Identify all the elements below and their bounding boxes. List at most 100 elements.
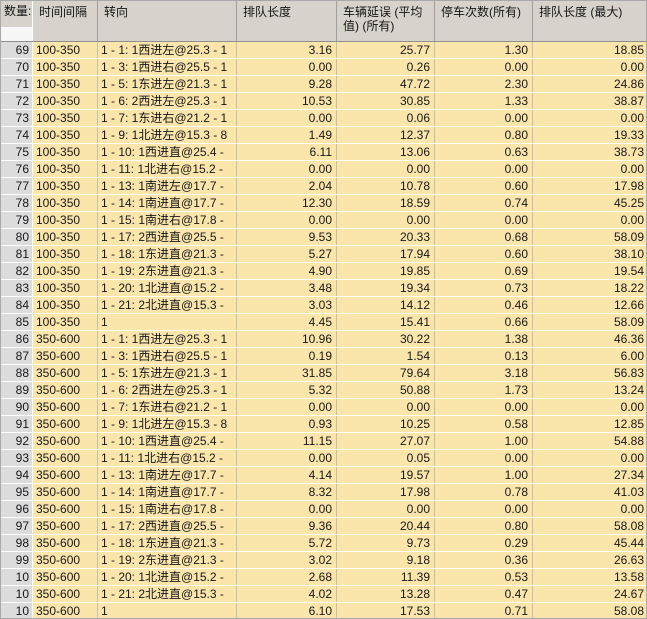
row-number-cell[interactable]: 70 bbox=[0, 59, 33, 75]
table-row[interactable]: 72 100-350 1 - 6: 2西进左@25.3 - 1 10.53 30… bbox=[0, 93, 647, 110]
row-number-cell[interactable]: 85 bbox=[0, 314, 33, 330]
queue-length-cell[interactable]: 4.14 bbox=[237, 467, 337, 483]
queue-length-max-cell[interactable]: 38.87 bbox=[533, 93, 647, 109]
row-number-cell[interactable]: 98 bbox=[0, 535, 33, 551]
queue-length-max-cell[interactable]: 19.54 bbox=[533, 263, 647, 279]
row-number-cell[interactable]: 74 bbox=[0, 127, 33, 143]
queue-length-max-cell[interactable]: 18.22 bbox=[533, 280, 647, 296]
movement-cell[interactable]: 1 - 15: 1南进右@17.8 - bbox=[98, 212, 237, 228]
stops-cell[interactable]: 0.71 bbox=[435, 603, 533, 619]
row-number-cell[interactable]: 84 bbox=[0, 297, 33, 313]
time-interval-cell[interactable]: 100-350 bbox=[33, 59, 98, 75]
column-header-movement[interactable]: 转向 bbox=[98, 0, 237, 41]
time-interval-cell[interactable]: 350-600 bbox=[33, 467, 98, 483]
stops-cell[interactable]: 3.18 bbox=[435, 365, 533, 381]
stops-cell[interactable]: 0.73 bbox=[435, 280, 533, 296]
time-interval-cell[interactable]: 350-600 bbox=[33, 501, 98, 517]
queue-length-max-cell[interactable]: 27.34 bbox=[533, 467, 647, 483]
stops-cell[interactable]: 0.47 bbox=[435, 586, 533, 602]
table-row[interactable]: 95 350-600 1 - 14: 1南进直@17.7 - 8.32 17.9… bbox=[0, 484, 647, 501]
queue-length-cell[interactable]: 2.04 bbox=[237, 178, 337, 194]
time-interval-cell[interactable]: 350-600 bbox=[33, 382, 98, 398]
queue-length-max-cell[interactable]: 46.36 bbox=[533, 331, 647, 347]
movement-cell[interactable]: 1 - 9: 1北进左@15.3 - 8 bbox=[98, 127, 237, 143]
movement-cell[interactable]: 1 - 20: 1北进直@15.2 - bbox=[98, 569, 237, 585]
stops-cell[interactable]: 0.00 bbox=[435, 110, 533, 126]
queue-length-cell[interactable]: 3.48 bbox=[237, 280, 337, 296]
queue-length-max-cell[interactable]: 58.08 bbox=[533, 518, 647, 534]
queue-length-cell[interactable]: 2.68 bbox=[237, 569, 337, 585]
queue-length-cell[interactable]: 0.19 bbox=[237, 348, 337, 364]
row-number-cell[interactable]: 82 bbox=[0, 263, 33, 279]
queue-length-max-cell[interactable]: 19.33 bbox=[533, 127, 647, 143]
movement-cell[interactable]: 1 - 1: 1西进左@25.3 - 1 bbox=[98, 42, 237, 58]
movement-cell[interactable]: 1 - 15: 1南进右@17.8 - bbox=[98, 501, 237, 517]
vehicle-delay-cell[interactable]: 9.73 bbox=[337, 535, 435, 551]
movement-cell[interactable]: 1 - 9: 1北进左@15.3 - 8 bbox=[98, 416, 237, 432]
stops-cell[interactable]: 0.29 bbox=[435, 535, 533, 551]
queue-length-cell[interactable]: 8.32 bbox=[237, 484, 337, 500]
queue-length-cell[interactable]: 0.00 bbox=[237, 501, 337, 517]
row-number-cell[interactable]: 77 bbox=[0, 178, 33, 194]
stops-cell[interactable]: 0.58 bbox=[435, 416, 533, 432]
movement-cell[interactable]: 1 - 17: 2西进直@25.5 - bbox=[98, 518, 237, 534]
queue-length-cell[interactable]: 5.72 bbox=[237, 535, 337, 551]
time-interval-cell[interactable]: 100-350 bbox=[33, 178, 98, 194]
time-interval-cell[interactable]: 100-350 bbox=[33, 76, 98, 92]
stops-cell[interactable]: 0.46 bbox=[435, 297, 533, 313]
row-number-cell[interactable]: 79 bbox=[0, 212, 33, 228]
queue-length-max-cell[interactable]: 17.98 bbox=[533, 178, 647, 194]
row-number-cell[interactable]: 81 bbox=[0, 246, 33, 262]
vehicle-delay-cell[interactable]: 0.00 bbox=[337, 212, 435, 228]
table-row[interactable]: 91 350-600 1 - 9: 1北进左@15.3 - 8 0.93 10.… bbox=[0, 416, 647, 433]
table-row[interactable]: 85 100-350 1 4.45 15.41 0.66 58.09 bbox=[0, 314, 647, 331]
queue-length-cell[interactable]: 3.02 bbox=[237, 552, 337, 568]
row-number-cell[interactable]: 97 bbox=[0, 518, 33, 534]
stops-cell[interactable]: 0.74 bbox=[435, 195, 533, 211]
time-interval-cell[interactable]: 350-600 bbox=[33, 518, 98, 534]
row-number-cell[interactable]: 90 bbox=[0, 399, 33, 415]
time-interval-cell[interactable]: 350-600 bbox=[33, 552, 98, 568]
time-interval-cell[interactable]: 100-350 bbox=[33, 93, 98, 109]
movement-cell[interactable]: 1 - 7: 1东进右@21.2 - 1 bbox=[98, 399, 237, 415]
queue-length-max-cell[interactable]: 12.66 bbox=[533, 297, 647, 313]
queue-length-max-cell[interactable]: 0.00 bbox=[533, 59, 647, 75]
table-row[interactable]: 86 350-600 1 - 1: 1西进左@25.3 - 1 10.96 30… bbox=[0, 331, 647, 348]
time-interval-cell[interactable]: 100-350 bbox=[33, 144, 98, 160]
movement-cell[interactable]: 1 - 5: 1东进左@21.3 - 1 bbox=[98, 76, 237, 92]
queue-length-max-cell[interactable]: 58.09 bbox=[533, 314, 647, 330]
movement-cell[interactable]: 1 - 6: 2西进左@25.3 - 1 bbox=[98, 93, 237, 109]
movement-cell[interactable]: 1 - 18: 1东进直@21.3 - bbox=[98, 535, 237, 551]
vehicle-delay-cell[interactable]: 30.85 bbox=[337, 93, 435, 109]
movement-cell[interactable]: 1 - 11: 1北进右@15.2 - bbox=[98, 161, 237, 177]
queue-length-max-cell[interactable]: 13.58 bbox=[533, 569, 647, 585]
row-number-cell[interactable]: 10 bbox=[0, 569, 33, 585]
queue-length-cell[interactable]: 0.00 bbox=[237, 110, 337, 126]
vehicle-delay-cell[interactable]: 20.44 bbox=[337, 518, 435, 534]
time-interval-cell[interactable]: 350-600 bbox=[33, 603, 98, 619]
movement-cell[interactable]: 1 - 13: 1南进左@17.7 - bbox=[98, 178, 237, 194]
vehicle-delay-cell[interactable]: 47.72 bbox=[337, 76, 435, 92]
vehicle-delay-cell[interactable]: 17.94 bbox=[337, 246, 435, 262]
queue-length-cell[interactable]: 3.16 bbox=[237, 42, 337, 58]
movement-cell[interactable]: 1 - 11: 1北进右@15.2 - bbox=[98, 450, 237, 466]
queue-length-cell[interactable]: 4.45 bbox=[237, 314, 337, 330]
movement-cell[interactable]: 1 - 19: 2东进直@21.3 - bbox=[98, 263, 237, 279]
queue-length-cell[interactable]: 0.00 bbox=[237, 59, 337, 75]
time-interval-cell[interactable]: 100-350 bbox=[33, 42, 98, 58]
vehicle-delay-cell[interactable]: 0.06 bbox=[337, 110, 435, 126]
stops-cell[interactable]: 0.00 bbox=[435, 450, 533, 466]
stops-cell[interactable]: 0.66 bbox=[435, 314, 533, 330]
table-row[interactable]: 88 350-600 1 - 5: 1东进左@21.3 - 1 31.85 79… bbox=[0, 365, 647, 382]
vehicle-delay-cell[interactable]: 0.05 bbox=[337, 450, 435, 466]
movement-cell[interactable]: 1 - 18: 1东进直@21.3 - bbox=[98, 246, 237, 262]
table-row[interactable]: 73 100-350 1 - 7: 1东进右@21.2 - 1 0.00 0.0… bbox=[0, 110, 647, 127]
row-number-cell[interactable]: 71 bbox=[0, 76, 33, 92]
queue-length-max-cell[interactable]: 0.00 bbox=[533, 450, 647, 466]
queue-length-cell[interactable]: 6.11 bbox=[237, 144, 337, 160]
queue-length-max-cell[interactable]: 24.86 bbox=[533, 76, 647, 92]
queue-length-cell[interactable]: 31.85 bbox=[237, 365, 337, 381]
time-interval-cell[interactable]: 350-600 bbox=[33, 569, 98, 585]
table-row[interactable]: 98 350-600 1 - 18: 1东进直@21.3 - 5.72 9.73… bbox=[0, 535, 647, 552]
vehicle-delay-cell[interactable]: 25.77 bbox=[337, 42, 435, 58]
